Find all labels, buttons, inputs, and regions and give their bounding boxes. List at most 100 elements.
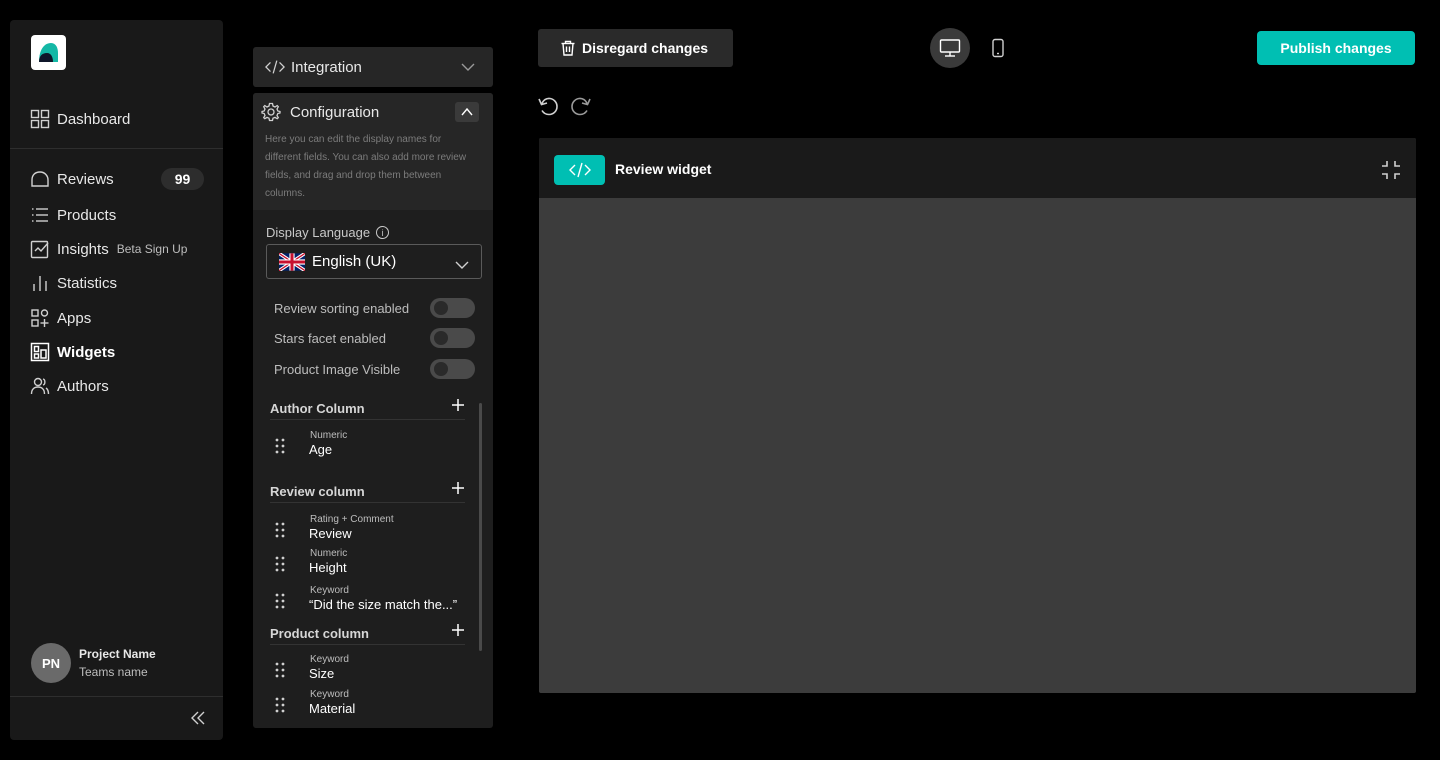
disregard-changes-button[interactable]: Disregard changes: [538, 29, 733, 67]
add-field-plus-icon[interactable]: [451, 623, 465, 637]
field-type: Rating + Comment: [310, 514, 394, 525]
product-column-header: Product column: [270, 623, 465, 645]
redo-icon[interactable]: [570, 95, 592, 117]
switch-knob: [434, 331, 448, 345]
field-type: Numeric: [310, 548, 348, 559]
project-switcher[interactable]: PN Project Name Teams name: [31, 643, 156, 683]
field-name: Size: [309, 666, 335, 681]
integration-accordion[interactable]: Integration: [253, 47, 493, 87]
drag-handle-icon[interactable]: [275, 556, 285, 572]
configuration-description: Here you can edit the display names for …: [265, 134, 467, 199]
gear-icon: [261, 102, 281, 127]
mobile-view-button[interactable]: [978, 28, 1018, 68]
switch-knob: [434, 301, 448, 315]
field-name: Age: [309, 442, 333, 457]
author-column-header: Author Column: [270, 398, 465, 420]
column-title: Review column: [270, 484, 365, 499]
field-material[interactable]: Keyword Material: [275, 689, 465, 719]
chevron-up-icon: [461, 107, 473, 116]
chevron-down-icon: [455, 257, 469, 275]
nav-statistics[interactable]: Statistics: [30, 270, 117, 296]
nav-label: Products: [57, 206, 117, 224]
desktop-view-button[interactable]: [930, 28, 970, 68]
nav-reviews[interactable]: Reviews: [30, 166, 114, 192]
widget-preview: Review widget: [539, 138, 1416, 693]
avatar: PN: [31, 643, 71, 683]
column-title: Author Column: [270, 401, 365, 416]
uk-flag-icon: [279, 252, 305, 271]
users-icon: [30, 376, 50, 396]
product-image-switch[interactable]: [430, 359, 475, 379]
app-logo[interactable]: [31, 35, 66, 70]
nav-products[interactable]: Products: [30, 202, 116, 228]
nav-label: Apps: [57, 309, 92, 327]
field-name: Review: [309, 526, 352, 541]
divider: [10, 148, 223, 149]
code-icon: [554, 155, 605, 185]
reviews-count-badge: 99: [161, 168, 204, 190]
toggle-label: Stars facet enabled: [274, 330, 387, 346]
nav-label: Widgets: [57, 343, 116, 361]
undo-icon[interactable]: [537, 95, 559, 117]
configuration-panel: Configuration Here you can edit the disp…: [253, 93, 493, 728]
field-type: Keyword: [310, 689, 349, 700]
field-age[interactable]: Numeric Age: [275, 430, 465, 460]
info-icon[interactable]: i: [376, 226, 390, 239]
stars-facet-switch[interactable]: [430, 328, 475, 348]
nav-label: Insights: [57, 240, 109, 258]
nav-label: Reviews: [57, 170, 114, 188]
nav-label: Authors: [57, 377, 109, 395]
drag-handle-icon[interactable]: [275, 662, 285, 678]
project-name: Project Name: [79, 647, 156, 661]
nav-insights[interactable]: Insights Beta Sign Up: [30, 236, 187, 262]
drag-handle-icon[interactable]: [275, 522, 285, 538]
minimize-icon[interactable]: [1379, 158, 1403, 182]
sidebar: Dashboard Reviews 99 Products Insights B…: [10, 20, 223, 740]
publish-changes-button[interactable]: Publish changes: [1257, 31, 1415, 65]
drag-handle-icon[interactable]: [275, 697, 285, 713]
beta-signup-tag[interactable]: Beta Sign Up: [117, 242, 188, 256]
reviews-cloud-icon: [30, 169, 50, 189]
desktop-monitor-icon: [939, 39, 961, 57]
column-title: Product column: [270, 626, 369, 641]
toggle-product-image: Product Image Visible: [274, 359, 475, 379]
disregard-label: Disregard changes: [582, 40, 709, 56]
configuration-title: Configuration: [290, 104, 380, 121]
configuration-header: Configuration Here you can edit the disp…: [253, 93, 493, 210]
code-icon: [265, 57, 285, 77]
bar-chart-icon: [30, 273, 50, 293]
nav-label: Dashboard: [57, 110, 131, 128]
toggle-review-sorting: Review sorting enabled: [274, 298, 475, 318]
field-type: Numeric: [310, 430, 348, 441]
drag-handle-icon[interactable]: [275, 593, 285, 609]
field-size[interactable]: Keyword Size: [275, 654, 465, 684]
dashboard-grid-icon: [30, 109, 50, 129]
widget-header: Review widget: [539, 138, 1416, 198]
toggle-label: Product Image Visible: [274, 361, 401, 377]
nav-authors[interactable]: Authors: [30, 373, 109, 399]
collapse-sidebar-icon[interactable]: [190, 710, 206, 726]
field-type: Keyword: [310, 585, 349, 596]
review-sorting-switch[interactable]: [430, 298, 475, 318]
display-language-value: English (UK): [312, 253, 397, 270]
field-review[interactable]: Rating + Comment Review: [275, 514, 465, 544]
insights-icon: [30, 239, 50, 259]
display-language-select[interactable]: English (UK): [266, 244, 482, 279]
nav-apps[interactable]: Apps: [30, 305, 91, 331]
field-size-match[interactable]: Keyword “Did the size match the...”: [275, 585, 465, 615]
integration-label: Integration: [291, 58, 362, 76]
add-field-plus-icon[interactable]: [451, 398, 465, 412]
field-name: Height: [309, 560, 347, 575]
team-name: Teams name: [79, 665, 148, 679]
field-height[interactable]: Numeric Height: [275, 548, 465, 578]
add-field-plus-icon[interactable]: [451, 481, 465, 495]
drag-handle-icon[interactable]: [275, 438, 285, 454]
display-language-text: Display Language: [266, 225, 371, 240]
chevron-down-icon: [461, 60, 475, 79]
widget-title: Review widget: [615, 161, 712, 177]
columns-scrollbar[interactable]: [479, 403, 482, 651]
nav-widgets[interactable]: Widgets: [30, 339, 115, 365]
nav-dashboard[interactable]: Dashboard: [30, 106, 130, 132]
list-icon: [30, 205, 50, 225]
collapse-configuration-button[interactable]: [455, 102, 479, 122]
